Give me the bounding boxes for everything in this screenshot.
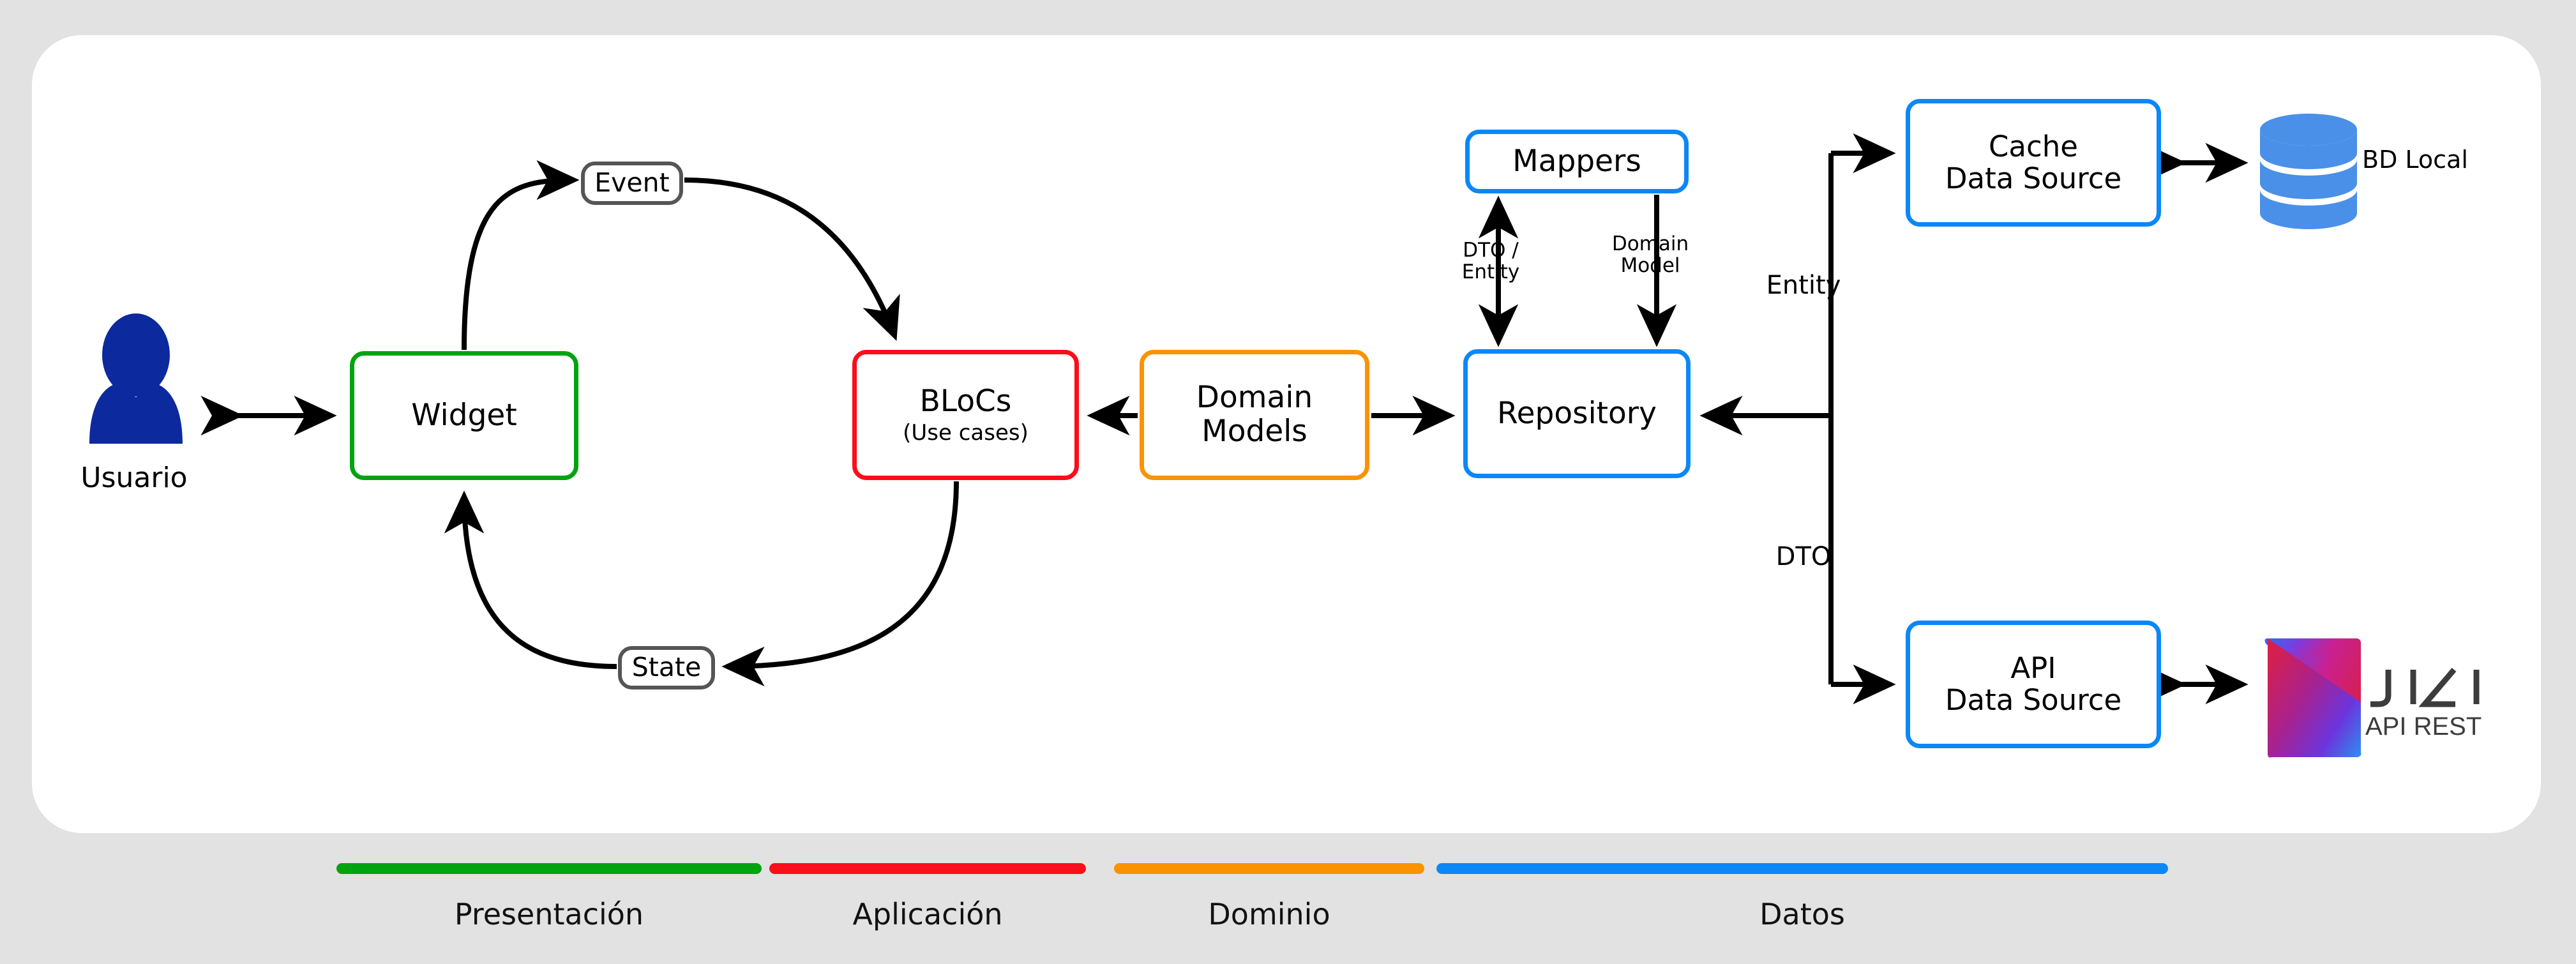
node-widget-label: Widget (411, 397, 517, 433)
edge-label-dto-entity: DTO / Entity (1427, 239, 1555, 283)
node-cache-data-source-line1: Cache (1989, 129, 2078, 163)
node-blocs[interactable]: BLoCs (Use cases) (852, 350, 1079, 480)
node-domain-models-line2: Models (1201, 414, 1307, 449)
node-repository[interactable]: Repository (1463, 349, 1691, 478)
node-event[interactable]: Event (581, 162, 683, 205)
legend-item-presentacion: Presentación (336, 863, 762, 931)
diagram-canvas: Widget BLoCs (Use cases) Domain Models M… (0, 0, 2576, 964)
node-mappers[interactable]: Mappers (1465, 130, 1689, 193)
legend-bar-datos (1436, 863, 2168, 874)
edge-label-domain-model-line1: Domain (1611, 232, 1689, 255)
node-api-data-source-line1: API (2010, 651, 2056, 685)
legend-label-presentacion: Presentación (454, 897, 644, 931)
legend-label-aplicacion: Aplicación (852, 897, 1003, 931)
legend: Presentación Aplicación Dominio Datos (0, 849, 2576, 964)
legend-bar-dominio (1114, 863, 1424, 874)
node-cache-data-source-line2: Data Source (1945, 162, 2122, 195)
node-widget[interactable]: Widget (350, 351, 578, 480)
label-usuario: Usuario (80, 462, 188, 494)
node-repository-label: Repository (1497, 395, 1657, 431)
label-bd-local: BD Local (2362, 146, 2468, 174)
node-blocs-label: BLoCs (919, 383, 1012, 419)
node-state-label: State (631, 652, 702, 683)
node-state[interactable]: State (618, 646, 715, 689)
node-domain-models[interactable]: Domain Models (1140, 350, 1369, 480)
legend-bar-aplicacion (769, 863, 1086, 874)
node-api-data-source[interactable]: API Data Source (1906, 621, 2161, 748)
node-mappers-label: Mappers (1512, 143, 1641, 179)
legend-label-datos: Datos (1759, 897, 1845, 931)
node-blocs-sublabel: (Use cases) (903, 420, 1028, 446)
jizt-tagline: API REST (2365, 712, 2482, 741)
edge-label-domain-model: Domain Model (1586, 233, 1714, 276)
edge-label-dto-entity-line1: DTO / (1463, 239, 1519, 262)
edge-label-dto-entity-line2: Entity (1461, 260, 1520, 284)
legend-item-aplicacion: Aplicación (769, 863, 1086, 931)
legend-label-dominio: Dominio (1208, 897, 1330, 931)
jizt-wordmark-svg: API REST (2365, 664, 2492, 741)
node-cache-data-source[interactable]: Cache Data Source (1906, 99, 2161, 227)
node-event-label: Event (594, 167, 670, 199)
legend-bar-presentacion (336, 863, 762, 874)
edge-label-domain-model-line2: Model (1620, 254, 1680, 278)
edge-label-dto: DTO (1775, 542, 1832, 571)
jizt-wordmark-group: API REST (2263, 634, 2519, 755)
node-api-data-source-line2: Data Source (1945, 683, 2122, 717)
edge-label-entity: Entity (1766, 271, 1841, 300)
legend-item-dominio: Dominio (1114, 863, 1424, 931)
legend-item-datos: Datos (1436, 863, 2168, 931)
node-domain-models-line1: Domain (1196, 380, 1313, 416)
